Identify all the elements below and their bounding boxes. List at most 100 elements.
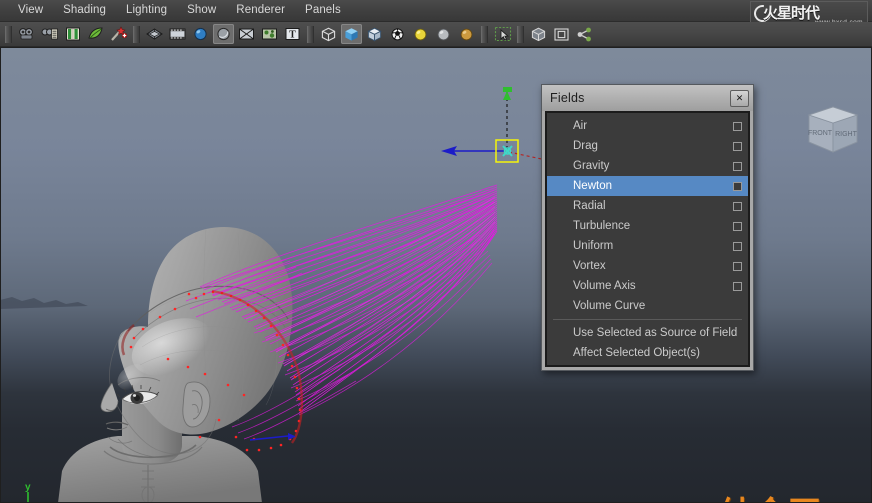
field-item-volume-curve[interactable]: Volume Curve	[547, 296, 748, 316]
texture-off-icon-button[interactable]	[236, 24, 257, 44]
light-grey-icon	[437, 28, 450, 40]
texture-on-icon	[262, 28, 277, 40]
smooth-shade-icon-button[interactable]	[190, 24, 211, 44]
toolbar-separator	[517, 25, 524, 43]
camera-attributes-icon	[41, 28, 58, 40]
fields-dialog-titlebar[interactable]: Fields ✕	[542, 85, 753, 111]
field-item-radial[interactable]: Radial	[547, 196, 748, 216]
menu-view[interactable]: View	[8, 2, 53, 19]
light-amber-icon	[460, 28, 473, 40]
book-icon	[65, 27, 80, 41]
film-strip-icon-button[interactable]	[167, 24, 188, 44]
toolbar-separator	[307, 25, 314, 43]
menu-shading[interactable]: Shading	[53, 2, 116, 19]
axis-y-handle	[503, 91, 511, 100]
field-label: Air	[573, 120, 588, 132]
svg-text:T: T	[289, 30, 296, 41]
toolbar-separator	[5, 25, 12, 43]
axis-label-y: y	[25, 482, 31, 493]
field-label: Newton	[573, 180, 612, 192]
field-item-turbulence[interactable]: Turbulence	[547, 216, 748, 236]
wireframe-icon	[146, 28, 163, 40]
view-cube-icon: FRONT RIGHT	[807, 106, 859, 153]
field-option-box[interactable]	[733, 281, 742, 291]
magic-wand-icon	[110, 26, 127, 41]
wireframe-cube-icon	[321, 27, 336, 41]
view-cube[interactable]: FRONT RIGHT	[800, 104, 866, 156]
paint-leaf-icon	[87, 27, 103, 39]
field-label: Volume Axis	[573, 280, 636, 292]
field-item-air[interactable]: Air	[547, 116, 748, 136]
field-label: Radial	[573, 200, 606, 212]
svg-text:RIGHT: RIGHT	[835, 131, 858, 138]
menu-bar: View Shading Lighting Show Renderer Pane…	[0, 0, 872, 22]
field-label: Drag	[573, 140, 598, 152]
wireframe-icon-button[interactable]	[144, 24, 165, 44]
field-item-vortex[interactable]: Vortex	[547, 256, 748, 276]
smooth-shade-all-icon	[217, 27, 230, 41]
wireframe-cube-icon-button[interactable]	[318, 24, 339, 44]
share-node-icon-button[interactable]	[574, 24, 595, 44]
field-item-uniform[interactable]: Uniform	[547, 236, 748, 256]
use-selected-as-source-of-field-button[interactable]: Use Selected as Source of Field	[547, 323, 748, 343]
field-option-box[interactable]	[733, 221, 742, 231]
close-icon[interactable]: ✕	[730, 89, 749, 107]
field-option-box[interactable]	[733, 261, 742, 271]
horizon-detail	[0, 297, 88, 309]
smooth-shade-icon	[194, 27, 207, 41]
field-option-box[interactable]	[733, 121, 742, 131]
grid-frame-icon-button[interactable]	[551, 24, 572, 44]
menu-lighting[interactable]: Lighting	[116, 2, 177, 19]
field-option-box[interactable]	[733, 241, 742, 251]
field-label: Gravity	[573, 160, 610, 172]
field-option-box[interactable]	[733, 181, 742, 191]
maya-viewport-window: View Shading Lighting Show Renderer Pane…	[0, 0, 872, 503]
text-overlay-icon: T	[285, 28, 300, 41]
toolbar-separator	[133, 25, 140, 43]
light-yellow-icon	[414, 28, 427, 40]
isolate-cube-icon-button[interactable]	[528, 24, 549, 44]
field-label: Uniform	[573, 240, 614, 252]
text-overlay-icon-button[interactable]: T	[282, 24, 303, 44]
texture-on-icon-button[interactable]	[259, 24, 280, 44]
field-item-volume-axis[interactable]: Volume Axis	[547, 276, 748, 296]
camera-icon	[18, 28, 33, 40]
menu-renderer[interactable]: Renderer	[226, 2, 295, 19]
shaded-wire-cube-icon-button[interactable]	[364, 24, 385, 44]
fields-dialog-title: Fields	[550, 91, 585, 105]
field-item-drag[interactable]: Drag	[547, 136, 748, 156]
light-amber-icon-button[interactable]	[456, 24, 477, 44]
book-icon-button[interactable]	[62, 24, 83, 44]
viewport-toolbar: T	[0, 22, 872, 47]
menu-show[interactable]: Show	[177, 2, 226, 19]
camera-icon-button[interactable]	[16, 24, 37, 44]
fields-dialog-body: Air Drag Gravity Newton Radial Turbulenc…	[545, 111, 750, 367]
field-item-gravity[interactable]: Gravity	[547, 156, 748, 176]
fields-dialog[interactable]: Fields ✕ Air Drag Gravity Newton Radial	[541, 84, 754, 371]
shaded-cube-icon-button[interactable]	[341, 24, 362, 44]
magic-wand-icon-button[interactable]	[108, 24, 129, 44]
film-strip-icon	[169, 28, 186, 40]
smooth-shade-all-icon-button[interactable]	[213, 24, 234, 44]
shaded-wire-cube-icon	[367, 27, 382, 41]
light-grey-icon-button[interactable]	[433, 24, 454, 44]
field-label: Vortex	[573, 260, 606, 272]
field-label: Turbulence	[573, 220, 631, 232]
axis-tripod: y x	[8, 478, 60, 503]
field-option-box[interactable]	[733, 141, 742, 151]
field-label: Volume Curve	[573, 300, 646, 312]
axis-tripod-icon: y x	[25, 482, 31, 503]
xray-sphere-icon-button[interactable]	[387, 24, 408, 44]
camera-attributes-icon-button[interactable]	[39, 24, 60, 44]
svg-text:FRONT: FRONT	[808, 130, 833, 137]
field-option-box[interactable]	[733, 201, 742, 211]
affect-selected-objects-button[interactable]: Affect Selected Object(s)	[547, 343, 748, 363]
menu-panels[interactable]: Panels	[295, 2, 351, 19]
marquee-select-icon-button[interactable]	[492, 24, 513, 44]
field-item-newton[interactable]: Newton	[547, 176, 748, 196]
paint-leaf-icon-button[interactable]	[85, 24, 106, 44]
light-yellow-icon-button[interactable]	[410, 24, 431, 44]
shaded-cube-icon	[345, 27, 358, 41]
field-option-box[interactable]	[733, 161, 742, 171]
center-gizmo	[502, 145, 513, 157]
